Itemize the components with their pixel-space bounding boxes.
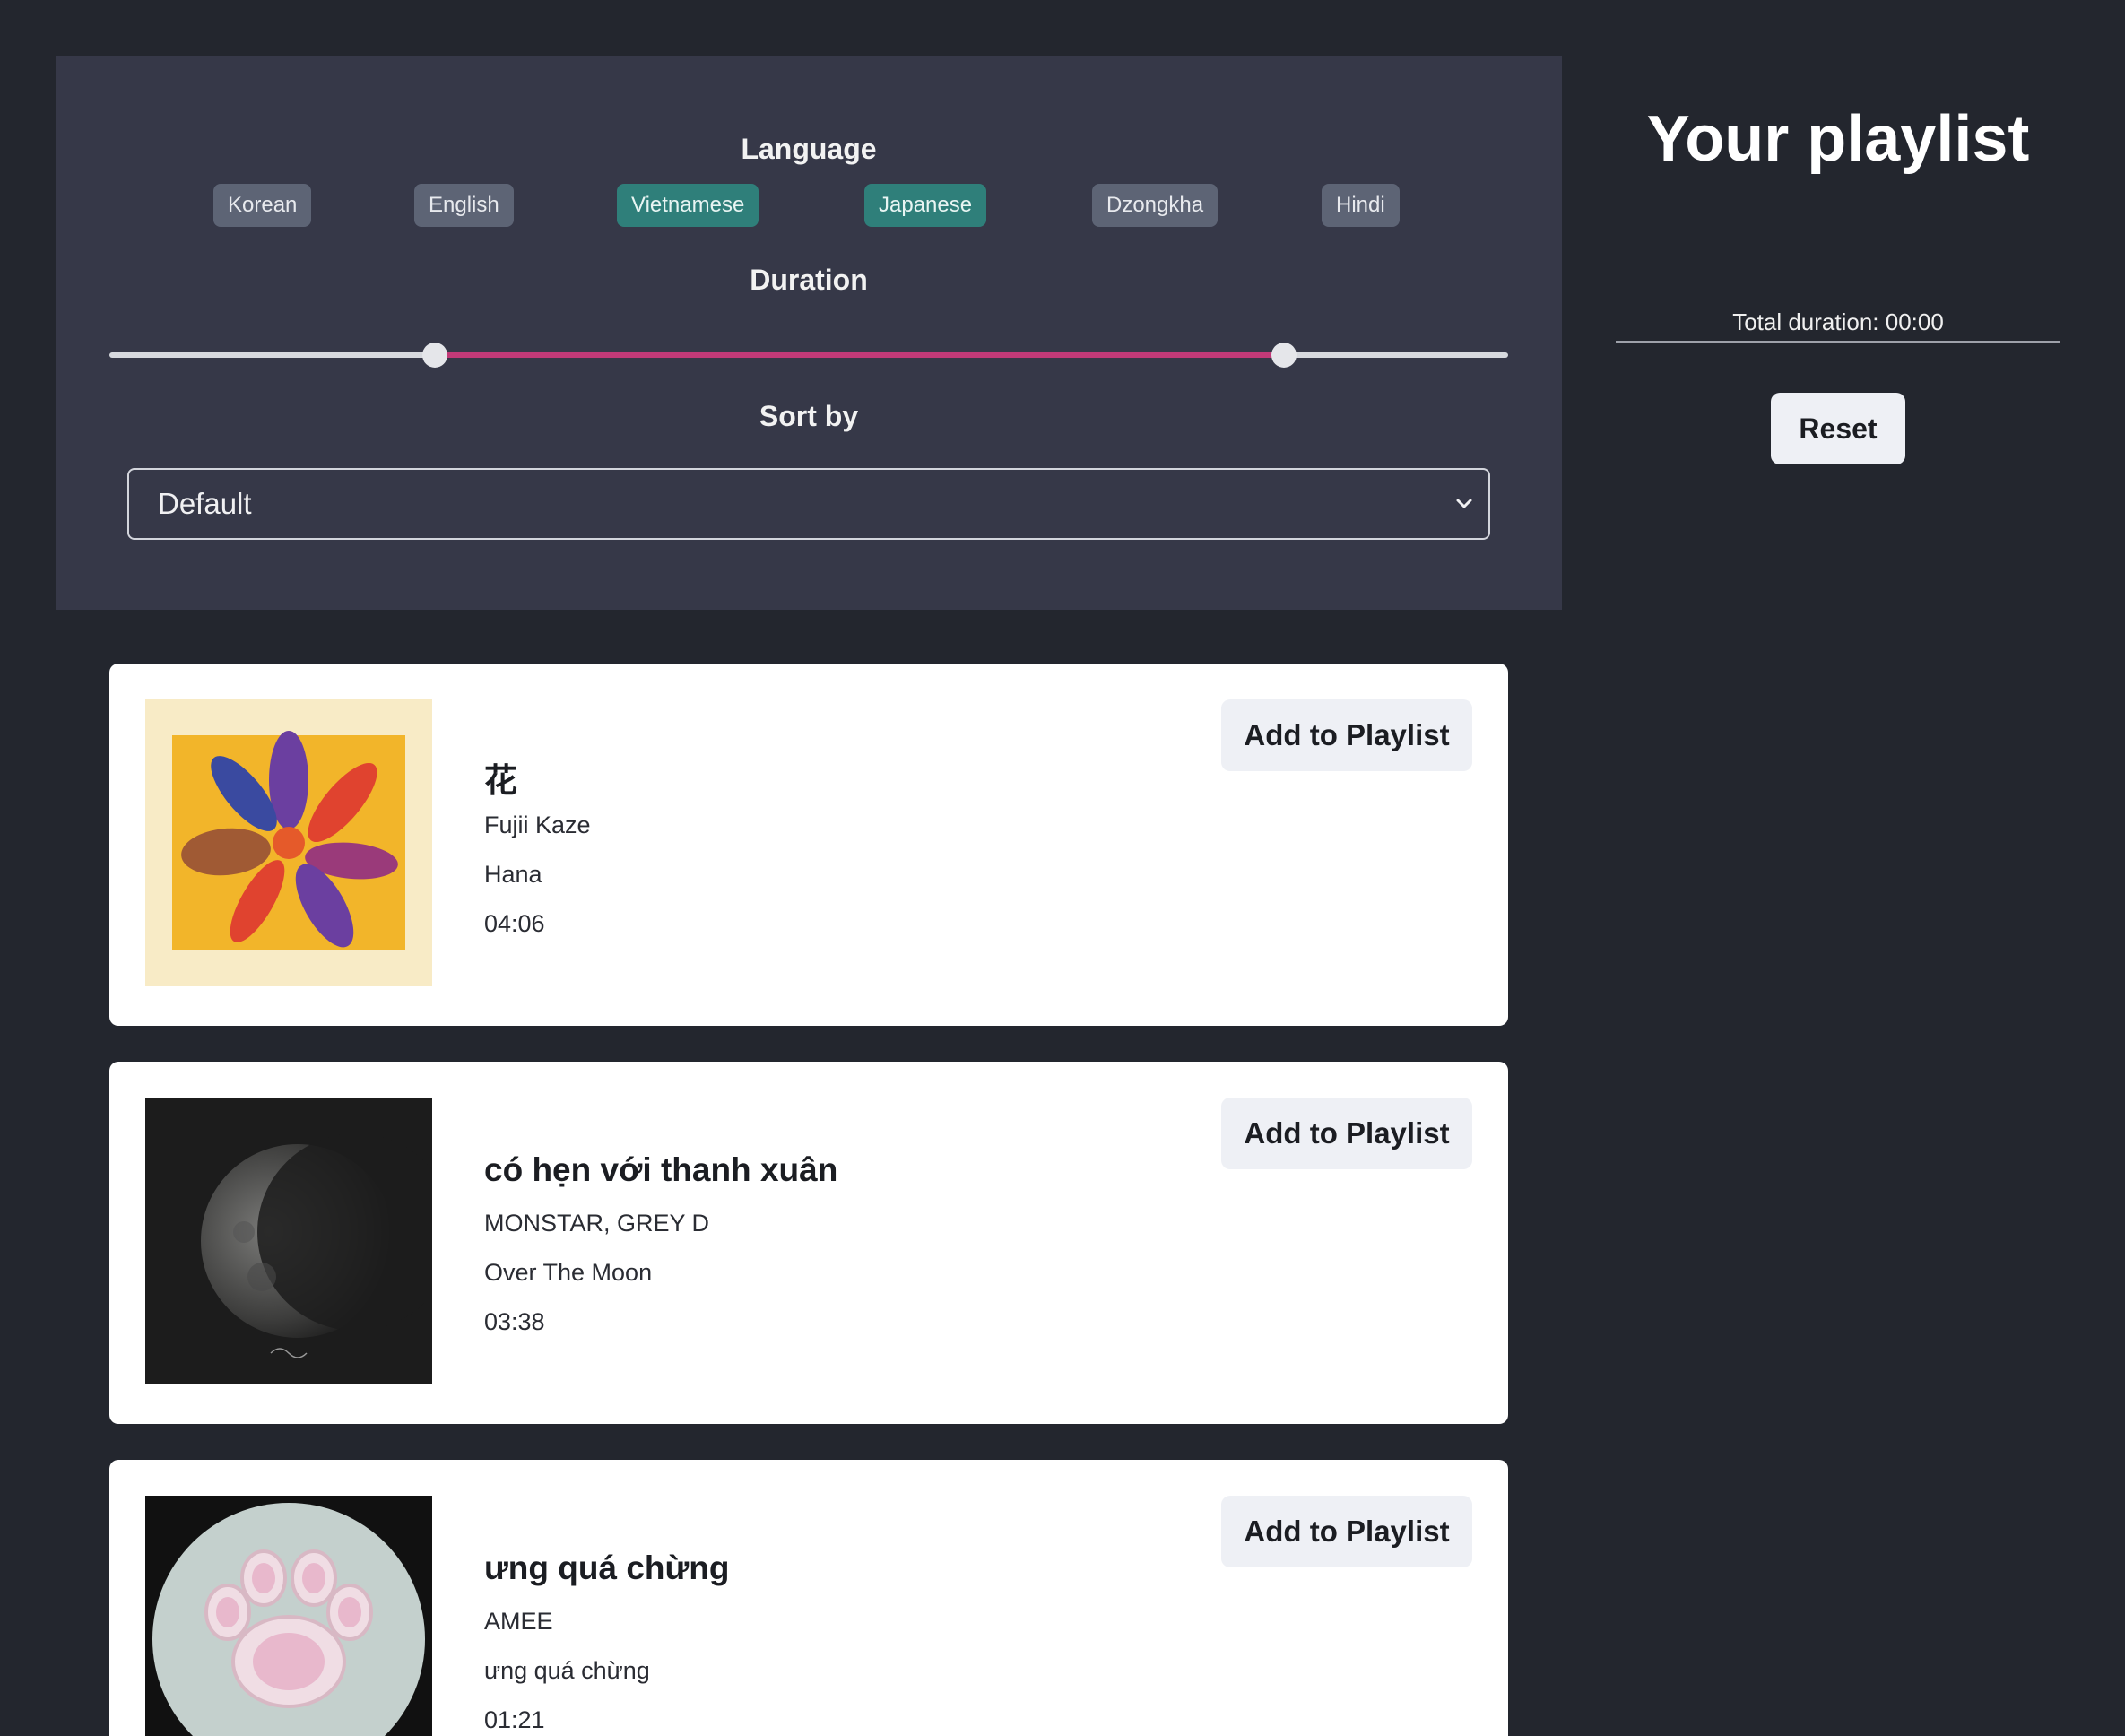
slider-selected-range <box>435 352 1285 358</box>
language-tag-korean[interactable]: Korean <box>213 184 312 227</box>
song-album: ưng quá chừng <box>484 1657 650 1684</box>
language-tag-english[interactable]: English <box>414 184 514 227</box>
slider-max-handle[interactable] <box>1271 343 1297 368</box>
add-to-playlist-button[interactable]: Add to Playlist <box>1221 699 1472 771</box>
sort-selected-value: Default <box>158 487 252 520</box>
slider-min-handle[interactable] <box>422 343 448 368</box>
album-cover-image <box>145 699 432 986</box>
song-title: ưng quá chừng <box>484 1549 730 1586</box>
language-tag-japanese[interactable]: Japanese <box>864 184 987 227</box>
song-card: có hẹn với thanh xuân MONSTAR, GREY D Ov… <box>109 1062 1508 1424</box>
song-artist: Fujii Kaze <box>484 812 591 838</box>
song-title: 花 <box>484 762 517 799</box>
filter-panel: Language Korean English Vietnamese Japan… <box>56 56 1562 610</box>
song-title: có hẹn với thanh xuân <box>484 1151 838 1188</box>
chevron-down-icon <box>1456 499 1472 508</box>
duration-slider[interactable] <box>109 337 1508 373</box>
language-tag-dzongkha[interactable]: Dzongkha <box>1092 184 1219 227</box>
language-heading: Language <box>741 133 877 165</box>
language-tag-hindi[interactable]: Hindi <box>1322 184 1400 227</box>
page: Language Korean English Vietnamese Japan… <box>0 0 2125 1736</box>
song-duration: 04:06 <box>484 910 545 937</box>
album-cover-image <box>145 1098 432 1384</box>
song-duration: 03:38 <box>484 1308 545 1335</box>
duration-heading: Duration <box>750 264 868 296</box>
sort-heading: Sort by <box>759 400 859 432</box>
reset-button[interactable]: Reset <box>1771 393 1905 464</box>
album-cover-image <box>145 1496 432 1736</box>
song-album: Over The Moon <box>484 1259 653 1286</box>
song-card: ưng quá chừng AMEE ưng quá chừng 01:21 A… <box>109 1460 1508 1736</box>
add-to-playlist-button[interactable]: Add to Playlist <box>1221 1496 1472 1567</box>
song-duration: 01:21 <box>484 1706 545 1733</box>
playlist-title: Your playlist <box>1646 103 2030 175</box>
total-duration: Total duration: 00:00 <box>1616 308 2060 343</box>
song-artist: MONSTAR, GREY D <box>484 1210 710 1237</box>
song-artist: AMEE <box>484 1608 553 1635</box>
language-tags: Korean English Vietnamese Japanese Dzong… <box>56 184 1562 227</box>
song-card: 花 Fujii Kaze Hana 04:06 Add to Playlist <box>109 664 1508 1026</box>
song-album: Hana <box>484 861 542 888</box>
add-to-playlist-button[interactable]: Add to Playlist <box>1221 1098 1472 1169</box>
language-tag-vietnamese[interactable]: Vietnamese <box>617 184 759 227</box>
sort-select[interactable]: Default <box>127 468 1490 540</box>
